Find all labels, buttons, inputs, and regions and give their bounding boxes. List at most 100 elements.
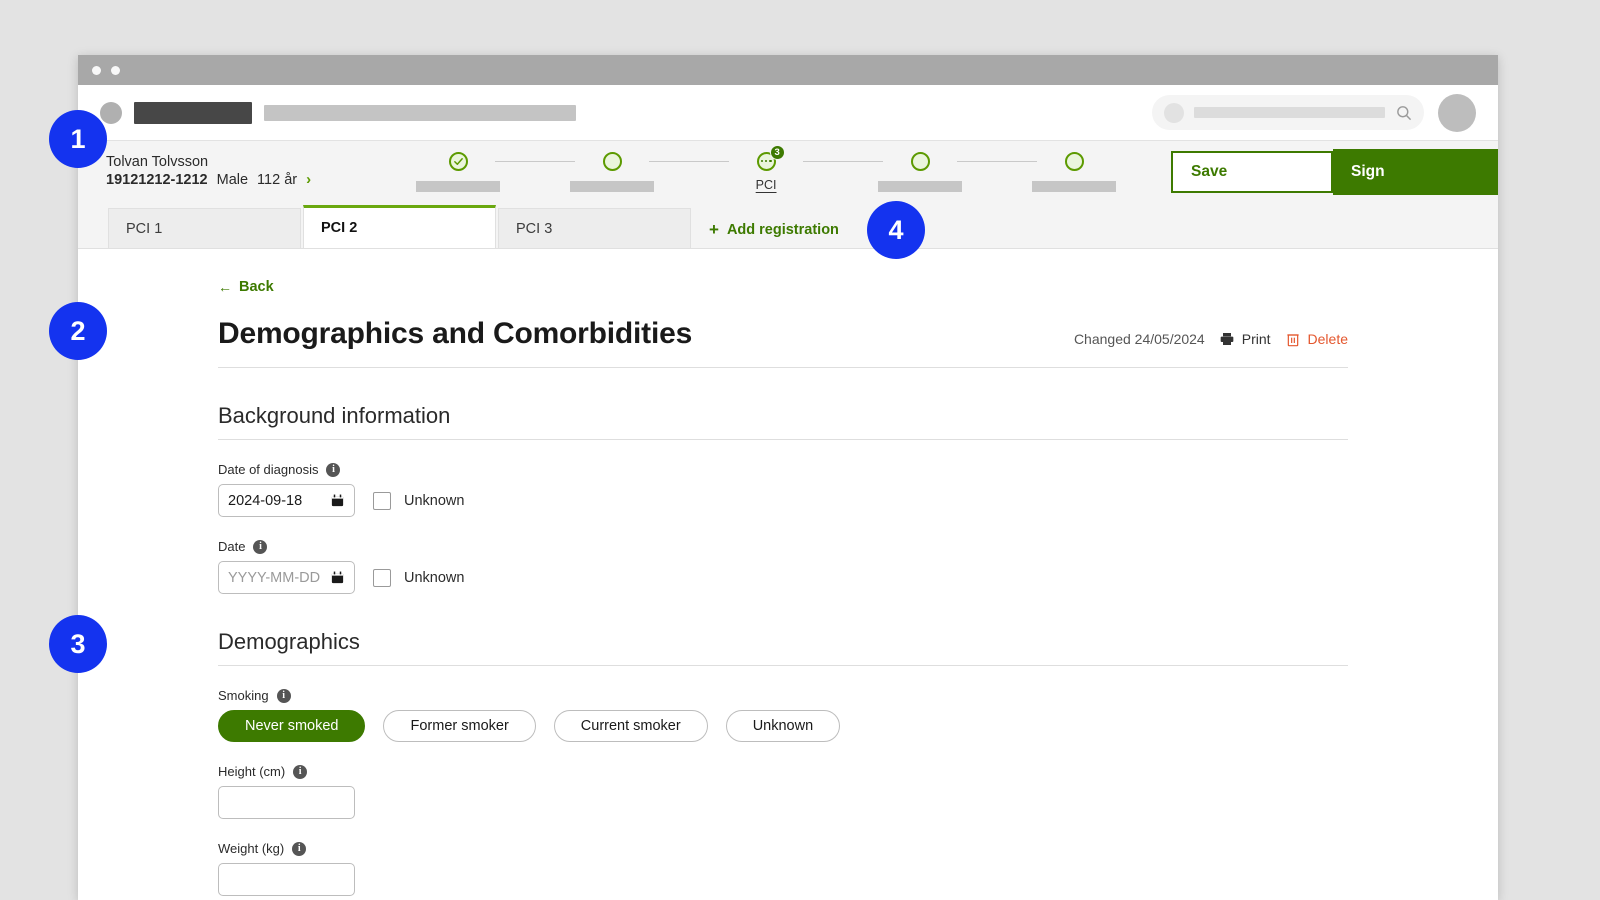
section-title-demographics: Demographics <box>218 629 1348 666</box>
back-link[interactable]: ← Back <box>218 279 274 295</box>
add-registration-label: Add registration <box>726 221 839 238</box>
app-brand-placeholder <box>264 104 576 121</box>
step-circle-empty-5 <box>1064 151 1084 171</box>
unknown-checkbox-date-of-diagnosis[interactable]: Unknown <box>373 491 464 510</box>
field-label-height: Height (cm) i <box>218 764 1348 779</box>
step-label-placeholder-2 <box>570 180 655 192</box>
field-label-date-of-diagnosis: Date of diagnosis i <box>218 462 1348 477</box>
smoking-option-unknown[interactable]: Unknown <box>725 710 841 742</box>
field-row-date: YYYY-MM-DD Unknown <box>218 561 1348 594</box>
smoking-option-group: Never smoked Former smoker Current smoke… <box>218 710 1348 742</box>
label-text: Height (cm) <box>218 764 286 779</box>
step-label-placeholder-5 <box>1032 180 1117 192</box>
print-label: Print <box>1241 331 1271 347</box>
label-text: Weight (kg) <box>218 841 285 856</box>
search-icon[interactable] <box>1395 104 1412 121</box>
field-height: Height (cm) i <box>218 764 1348 819</box>
page-header-meta: Changed 24/05/2024 Print Delete <box>1074 331 1348 351</box>
date-input[interactable]: YYYY-MM-DD <box>218 561 355 594</box>
field-label-weight: Weight (kg) i <box>218 841 1348 856</box>
save-button[interactable]: Save <box>1171 150 1333 193</box>
annotation-badge-4: 4 <box>867 201 925 259</box>
step-circle-empty-4 <box>910 151 930 171</box>
stepper-step-1[interactable] <box>416 151 501 192</box>
weight-input[interactable] <box>218 863 355 896</box>
unknown-checkbox-date[interactable]: Unknown <box>373 568 465 587</box>
printer-icon <box>1220 333 1234 345</box>
annotation-badge-1: 1 <box>49 110 107 168</box>
info-icon[interactable]: i <box>292 841 307 856</box>
search-leading-avatar <box>1164 102 1184 123</box>
field-row-date-of-diagnosis: 2024-09-18 Unknown <box>218 484 1348 517</box>
window-dot-close[interactable] <box>92 65 101 75</box>
print-button[interactable]: Print <box>1219 331 1271 347</box>
info-icon[interactable]: i <box>326 462 341 477</box>
label-text: Date of diagnosis <box>218 462 319 477</box>
stepper-step-4[interactable] <box>878 151 963 192</box>
calendar-icon[interactable] <box>330 493 345 508</box>
smoking-option-current-smoker[interactable]: Current smoker <box>553 710 708 742</box>
smoking-option-former-smoker[interactable]: Former smoker <box>383 710 536 742</box>
step-circle-empty-2 <box>602 151 622 171</box>
patient-header-bar: Tolvan Tolvsson 19121212-1212 Male 112 å… <box>78 140 1498 202</box>
checkbox-box[interactable] <box>373 491 391 510</box>
stepper-connector-2 <box>649 160 730 162</box>
field-date: Date i YYYY-MM-DD Unknown <box>218 539 1348 594</box>
checkbox-label: Unknown <box>404 569 465 586</box>
patient-age: 112 år <box>257 172 298 189</box>
tab-pci-3[interactable]: PCI 3 <box>498 208 691 248</box>
header-actions: Save Sign <box>1171 141 1498 202</box>
app-logo-placeholder <box>134 101 252 124</box>
registration-stepper: 3 PCI <box>416 144 1117 192</box>
page-title: Demographics and Comorbidities <box>218 317 693 350</box>
info-icon[interactable]: i <box>253 539 268 554</box>
stepper-step-2[interactable] <box>570 151 655 192</box>
sign-button[interactable]: Sign <box>1333 148 1498 195</box>
stepper-step-5[interactable] <box>1032 151 1117 192</box>
step-circle-complete <box>448 151 468 171</box>
patient-name: Tolvan Tolvsson <box>106 154 209 171</box>
step-label-placeholder-4 <box>878 180 963 192</box>
smoking-option-never-smoked[interactable]: Never smoked <box>218 710 366 742</box>
delete-button[interactable]: Delete <box>1285 331 1348 347</box>
chevron-right-icon[interactable]: › <box>306 171 311 190</box>
date-of-diagnosis-input[interactable]: 2024-09-18 <box>218 484 355 517</box>
arrow-left-icon: ← <box>218 279 232 295</box>
field-smoking: Smoking i Never smoked Former smoker Cur… <box>218 688 1348 742</box>
section-title-background: Background information <box>218 403 1348 440</box>
stepper-connector-1 <box>495 160 576 162</box>
annotation-badge-3: 3 <box>49 615 107 673</box>
stepper-step-3-pci[interactable]: 3 PCI <box>729 144 803 192</box>
main-content: ← Back Demographics and Comorbidities Ch… <box>78 249 1498 900</box>
profile-avatar[interactable] <box>1438 93 1476 132</box>
checkbox-box[interactable] <box>373 568 391 587</box>
back-label: Back <box>239 279 274 295</box>
step-label-placeholder-1 <box>416 180 501 192</box>
height-input[interactable] <box>218 786 355 819</box>
delete-label: Delete <box>1307 331 1348 347</box>
topnav-right-group <box>1124 93 1476 132</box>
window-dot-minimize[interactable] <box>111 65 120 75</box>
search-box[interactable] <box>1152 95 1424 130</box>
info-icon[interactable]: i <box>293 764 308 779</box>
date-of-diagnosis-value: 2024-09-18 <box>228 492 303 509</box>
patient-info[interactable]: Tolvan Tolvsson 19121212-1212 Male 112 å… <box>106 153 311 190</box>
app-topnav <box>78 85 1498 140</box>
check-icon <box>453 157 463 165</box>
content-inner: ← Back Demographics and Comorbidities Ch… <box>218 279 1348 896</box>
step-label-pci[interactable]: PCI <box>756 178 777 192</box>
info-icon[interactable]: i <box>276 688 291 703</box>
calendar-icon[interactable] <box>330 570 345 585</box>
tab-pci-1[interactable]: PCI 1 <box>108 208 301 248</box>
tab-pci-2[interactable]: PCI 2 <box>303 205 496 248</box>
field-label-date: Date i <box>218 539 1348 554</box>
date-placeholder: YYYY-MM-DD <box>228 569 321 586</box>
window-titlebar <box>78 55 1498 85</box>
add-registration-button[interactable]: + Add registration <box>709 221 839 238</box>
browser-window: Tolvan Tolvsson 19121212-1212 Male 112 å… <box>78 55 1498 900</box>
patient-sex: Male <box>216 172 249 189</box>
step-count-badge: 3 <box>769 144 785 160</box>
search-input[interactable] <box>1194 107 1385 118</box>
stepper-connector-4 <box>957 160 1038 162</box>
plus-icon: + <box>709 220 719 239</box>
